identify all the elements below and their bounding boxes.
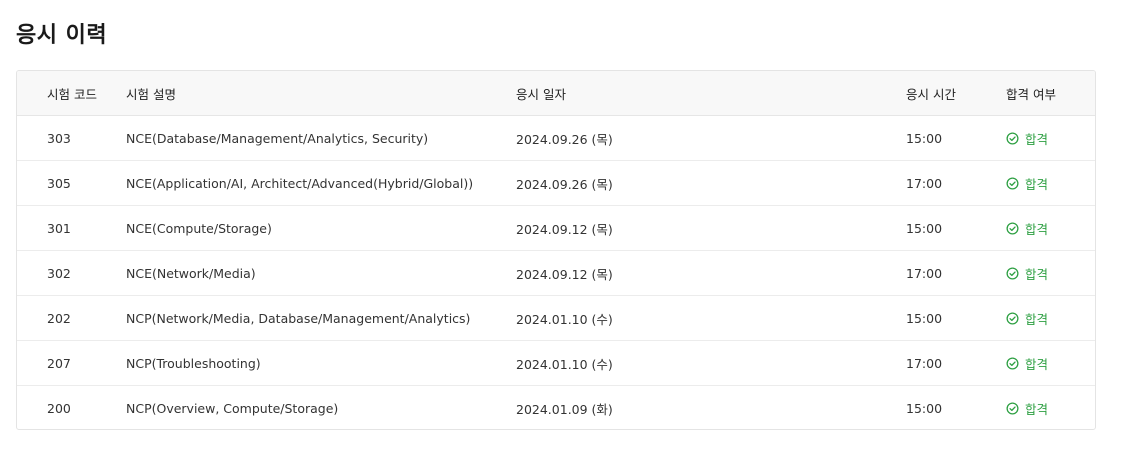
header-exam-date: 응시 일자: [516, 86, 566, 102]
exam-date: 2024.09.12 (목): [516, 266, 613, 282]
header-exam-description: 시험 설명: [126, 86, 176, 102]
check-circle-icon: [1006, 311, 1019, 325]
pass-status: 합격: [1006, 354, 1095, 373]
pass-status-cell: 합격: [1006, 354, 1095, 373]
exam-description: NCE(Compute/Storage): [126, 220, 272, 236]
exam-time: 17:00: [906, 175, 943, 191]
pass-status-cell: 합격: [1006, 174, 1095, 193]
exam-code: 302: [47, 265, 71, 281]
exam-date: 2024.09.26 (목): [516, 131, 613, 147]
exam-time: 15:00: [906, 401, 943, 416]
pass-status: 합격: [1006, 399, 1095, 418]
exam-code: 301: [47, 220, 71, 236]
pass-status-cell: 합격: [1006, 399, 1095, 418]
check-circle-icon: [1006, 176, 1019, 190]
exam-code: 200: [47, 401, 71, 416]
pass-label: 합격: [1025, 356, 1049, 372]
pass-label: 합격: [1025, 176, 1049, 192]
pass-status-cell: 합격: [1006, 264, 1095, 283]
table-row: 200 NCP(Overview, Compute/Storage) 2024.01…: [17, 386, 1095, 429]
table-row: 202 NCP(Network/Media, Database/Managemen…: [17, 296, 1095, 341]
exam-description: NCP(Troubleshooting): [126, 355, 261, 371]
exam-description: NCE(Application/AI, Architect/Advanced(H…: [126, 175, 474, 191]
check-circle-icon: [1006, 221, 1019, 235]
table-row: 301 NCE(Compute/Storage) 2024.09.12 (목) 15:…: [17, 206, 1095, 251]
pass-status: 합격: [1006, 309, 1095, 328]
table-row: 302 NCE(Network/Media) 2024.09.12 (목) 17:00…: [17, 251, 1095, 296]
check-circle-icon: [1006, 131, 1019, 145]
table-header: 시험 코드 시험 설명 응시 일자 응시 시간 합격 여부: [17, 71, 1095, 116]
exam-date: 2024.09.26 (목): [516, 176, 613, 192]
pass-status-cell: 합격: [1006, 309, 1095, 328]
table-body: 303 NCE(Database/Management/Analytics, Se…: [17, 116, 1095, 429]
exam-history-table: 시험 코드 시험 설명 응시 일자 응시 시간 합격 여부 303 NCE(Dat…: [16, 70, 1096, 430]
pass-label: 합격: [1025, 266, 1049, 282]
exam-description: NCP(Overview, Compute/Storage): [126, 401, 339, 416]
check-circle-icon: [1006, 356, 1019, 370]
table-row: 303 NCE(Database/Management/Analytics, Se…: [17, 116, 1095, 161]
exam-code: 305: [47, 175, 71, 191]
header-pass-status: 합격 여부: [1006, 86, 1056, 102]
pass-label: 합격: [1025, 402, 1049, 417]
pass-status-cell: 합격: [1006, 129, 1095, 148]
exam-date: 2024.01.10 (수): [516, 356, 613, 372]
exam-time: 15:00: [906, 220, 943, 236]
exam-description: NCP(Network/Media, Database/Management/A…: [126, 310, 471, 326]
exam-time: 15:00: [906, 130, 943, 146]
table-row: 207 NCP(Troubleshooting) 2024.01.10 (수) 17:…: [17, 341, 1095, 386]
header-exam-time: 응시 시간: [906, 86, 956, 102]
pass-label: 합격: [1025, 131, 1049, 147]
exam-time: 15:00: [906, 310, 943, 326]
exam-code: 207: [47, 355, 71, 371]
table-row: 305 NCE(Application/AI, Architect/Advance…: [17, 161, 1095, 206]
exam-code: 303: [47, 130, 71, 146]
pass-status: 합격: [1006, 219, 1095, 238]
check-circle-icon: [1006, 402, 1019, 415]
pass-status: 합격: [1006, 129, 1095, 148]
pass-label: 합격: [1025, 221, 1049, 237]
exam-description: NCE(Network/Media): [126, 265, 256, 281]
exam-code: 202: [47, 310, 71, 326]
exam-description: NCE(Database/Management/Analytics, Secur…: [126, 130, 429, 146]
exam-time: 17:00: [906, 355, 943, 371]
pass-status: 합격: [1006, 174, 1095, 193]
page-title: 응시 이력: [16, 23, 108, 48]
check-circle-icon: [1006, 266, 1019, 280]
header-exam-code: 시험 코드: [47, 86, 97, 102]
exam-date: 2024.01.09 (화): [516, 402, 613, 417]
pass-status: 합격: [1006, 264, 1095, 283]
pass-label: 합격: [1025, 311, 1049, 327]
exam-date: 2024.09.12 (목): [516, 221, 613, 237]
exam-time: 17:00: [906, 265, 943, 281]
pass-status-cell: 합격: [1006, 219, 1095, 238]
exam-date: 2024.01.10 (수): [516, 311, 613, 327]
